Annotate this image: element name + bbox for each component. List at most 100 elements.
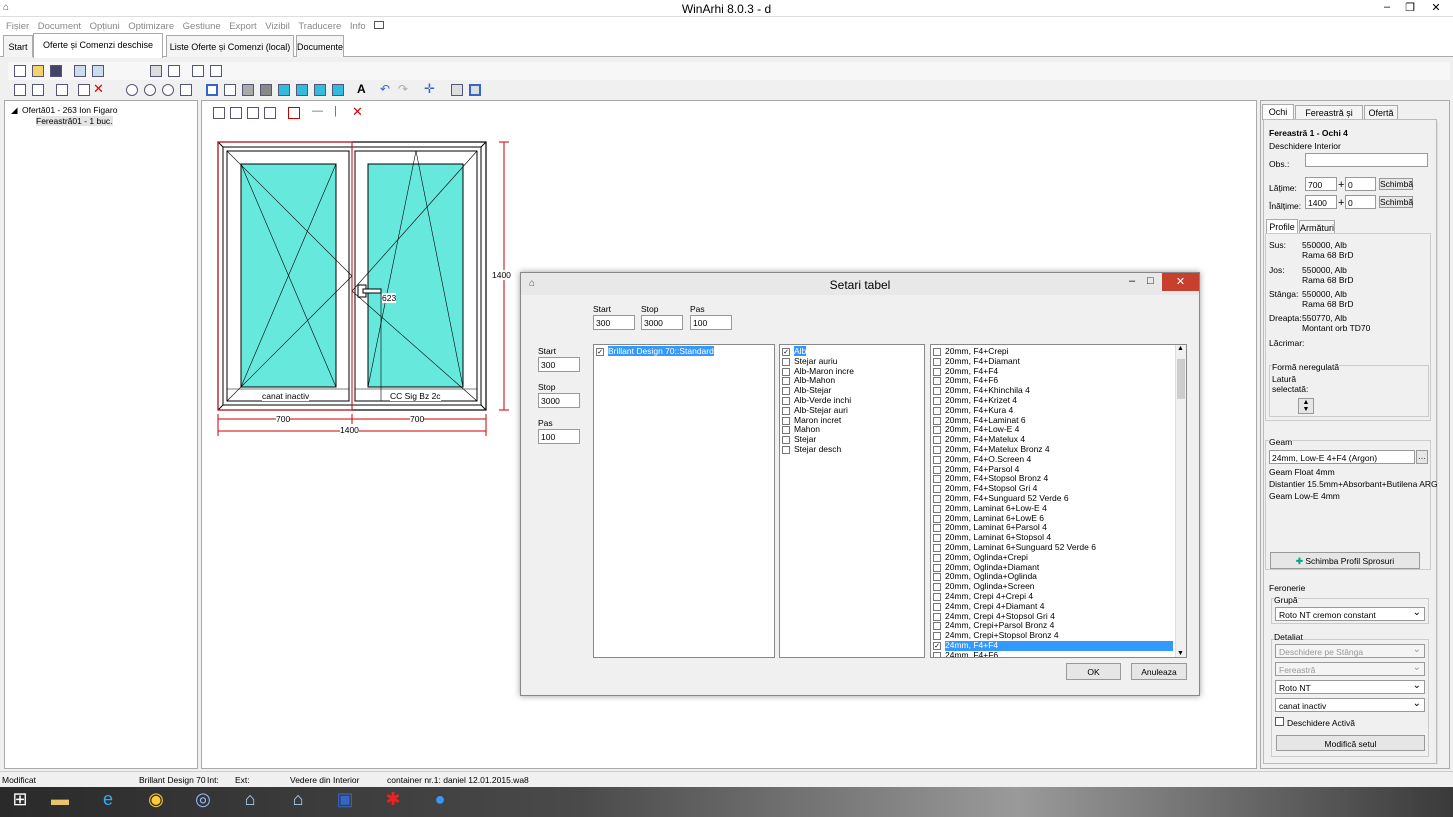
glass-icon[interactable] — [296, 84, 308, 96]
modify-set-button[interactable]: Modifică setul — [1276, 735, 1425, 751]
horizontal-split-icon[interactable] — [230, 107, 242, 119]
fill-icon[interactable] — [242, 84, 254, 96]
glass-input[interactable]: 24mm, Low-E 4+F4 (Argon) — [1269, 450, 1415, 464]
active-opening-checkbox[interactable] — [1275, 717, 1284, 726]
copy-icon[interactable] — [74, 65, 86, 77]
duplicate-icon[interactable] — [32, 84, 44, 96]
checkbox-icon[interactable] — [782, 416, 790, 425]
hardware-brand-select[interactable]: Roto NT — [1275, 680, 1425, 694]
dialog-maximize-button[interactable]: □ — [1147, 275, 1154, 287]
zoom-in-icon[interactable] — [144, 84, 156, 96]
tab-open-offers[interactable]: Oferte și Comenzi deschise — [33, 33, 163, 58]
checkbox-icon[interactable] — [933, 583, 941, 592]
undo-icon[interactable]: ↶ — [380, 82, 390, 96]
checkbox-icon[interactable] — [933, 553, 941, 562]
checkbox-icon[interactable] — [933, 494, 941, 503]
open-folder-icon[interactable] — [32, 65, 44, 77]
menu-optimize[interactable]: Optimizare — [128, 21, 174, 32]
menu-view[interactable]: Vizibil — [265, 21, 290, 32]
checkbox-checked-icon[interactable]: ✓ — [596, 348, 604, 356]
checkbox-icon[interactable] — [933, 367, 941, 376]
vertical-bar-icon[interactable]: | — [334, 105, 337, 117]
ok-button[interactable]: OK — [1066, 663, 1121, 680]
checkbox-icon[interactable] — [933, 426, 941, 435]
checkbox-icon[interactable] — [933, 348, 941, 356]
paste-icon[interactable] — [92, 65, 104, 77]
checkbox-icon[interactable] — [933, 485, 941, 494]
checkbox-icon[interactable] — [933, 357, 941, 366]
glasses-list[interactable]: 20mm, F4+Crepi 20mm, F4+Diamant 20mm, F4… — [930, 344, 1187, 658]
checkbox-icon[interactable] — [933, 651, 941, 657]
checkbox-icon[interactable] — [933, 602, 941, 611]
checkbox-icon[interactable] — [933, 504, 941, 513]
checkbox-icon[interactable] — [933, 612, 941, 621]
winarhi7-icon[interactable]: ⌂ — [278, 789, 318, 816]
side-spinner[interactable]: ▲ ▼ — [1298, 398, 1314, 414]
chrome-icon[interactable]: ◉ — [136, 789, 176, 816]
app-shortcut-icon[interactable]: ▣ — [325, 789, 365, 816]
checkbox-icon[interactable] — [782, 445, 790, 454]
tab-documents[interactable]: Documente — [296, 35, 344, 57]
delete-icon[interactable]: ✕ — [93, 81, 104, 97]
mail-icon[interactable] — [374, 21, 385, 29]
checkbox-icon[interactable] — [933, 396, 941, 405]
tab-profiles[interactable]: Profile — [1266, 219, 1298, 234]
internet-explorer-icon[interactable]: e — [88, 789, 128, 816]
checkbox-icon[interactable] — [933, 563, 941, 572]
checkbox-checked-icon[interactable]: ✓ — [782, 348, 790, 356]
import-icon[interactable] — [14, 84, 26, 96]
top-stop-input[interactable]: 3000 — [641, 315, 683, 330]
left-start-input[interactable]: 300 — [538, 357, 580, 372]
m-icon[interactable] — [451, 84, 463, 96]
checkbox-icon[interactable] — [782, 436, 790, 445]
messenger-icon[interactable]: ◎ — [183, 789, 223, 816]
dialog-minimize-button[interactable]: – — [1129, 275, 1135, 287]
checkbox-checked-icon[interactable]: ✓ — [933, 641, 941, 650]
width-add-input[interactable]: 0 — [1345, 177, 1376, 191]
tab-offer[interactable]: Ofertă — [1364, 105, 1398, 119]
menu-export[interactable]: Export — [229, 21, 256, 32]
left-pas-input[interactable]: 100 — [538, 429, 580, 444]
print-preview-icon[interactable] — [168, 65, 180, 77]
panel-icon[interactable] — [260, 84, 272, 96]
checkbox-icon[interactable] — [782, 426, 790, 435]
properties-scrollbar[interactable] — [1437, 121, 1448, 765]
checkbox-icon[interactable] — [782, 406, 790, 415]
remove-icon[interactable]: ✕ — [352, 104, 363, 120]
top-start-input[interactable]: 300 — [593, 315, 635, 330]
add-point-icon[interactable]: ✛ — [424, 81, 435, 97]
checkbox-icon[interactable] — [933, 514, 941, 523]
sash-icon[interactable] — [264, 107, 276, 119]
checkbox-icon[interactable] — [933, 416, 941, 425]
edit-icon[interactable] — [192, 65, 204, 77]
checkbox-icon[interactable] — [933, 573, 941, 582]
print-icon[interactable] — [150, 65, 162, 77]
tree-root-offer[interactable]: Ofertă01 - 263 Ion Figaro — [22, 105, 117, 115]
frame-icon[interactable] — [206, 84, 218, 96]
tab-start[interactable]: Start — [3, 35, 33, 57]
left-stop-input[interactable]: 3000 — [538, 393, 580, 408]
menu-info[interactable]: Info — [350, 21, 366, 32]
text-icon[interactable]: A — [357, 82, 366, 96]
change-height-button[interactable]: Schimbă — [1379, 196, 1413, 208]
tree-expand-icon[interactable]: ◢ — [11, 105, 18, 116]
checkbox-icon[interactable] — [933, 622, 941, 631]
cancel-button[interactable]: Anuleaza — [1131, 663, 1187, 680]
split-icon[interactable] — [224, 84, 236, 96]
vertical-dim-icon[interactable] — [332, 84, 344, 96]
zoom-out-icon[interactable] — [126, 84, 138, 96]
opening-direction-select[interactable]: Deschidere pe Stânga — [1275, 644, 1425, 658]
checkbox-icon[interactable] — [782, 357, 790, 366]
tab-ochi[interactable]: Ochi — [1262, 104, 1294, 120]
close-button[interactable]: ✕ — [1424, 1, 1448, 14]
height-input[interactable]: 1400 — [1305, 195, 1337, 209]
list-item[interactable]: ✓ Brillant Design 70::Standard — [594, 346, 774, 357]
checkbox-icon[interactable] — [782, 396, 790, 405]
minimize-button[interactable]: – — [1375, 1, 1399, 13]
tool-icon[interactable]: ✱ — [373, 789, 413, 816]
checkbox-icon[interactable] — [782, 377, 790, 386]
new-file-icon[interactable] — [14, 65, 26, 77]
checkbox-icon[interactable] — [933, 445, 941, 454]
windows-start-icon[interactable]: ⊞ — [0, 789, 40, 816]
red-frame-icon[interactable] — [288, 107, 300, 119]
